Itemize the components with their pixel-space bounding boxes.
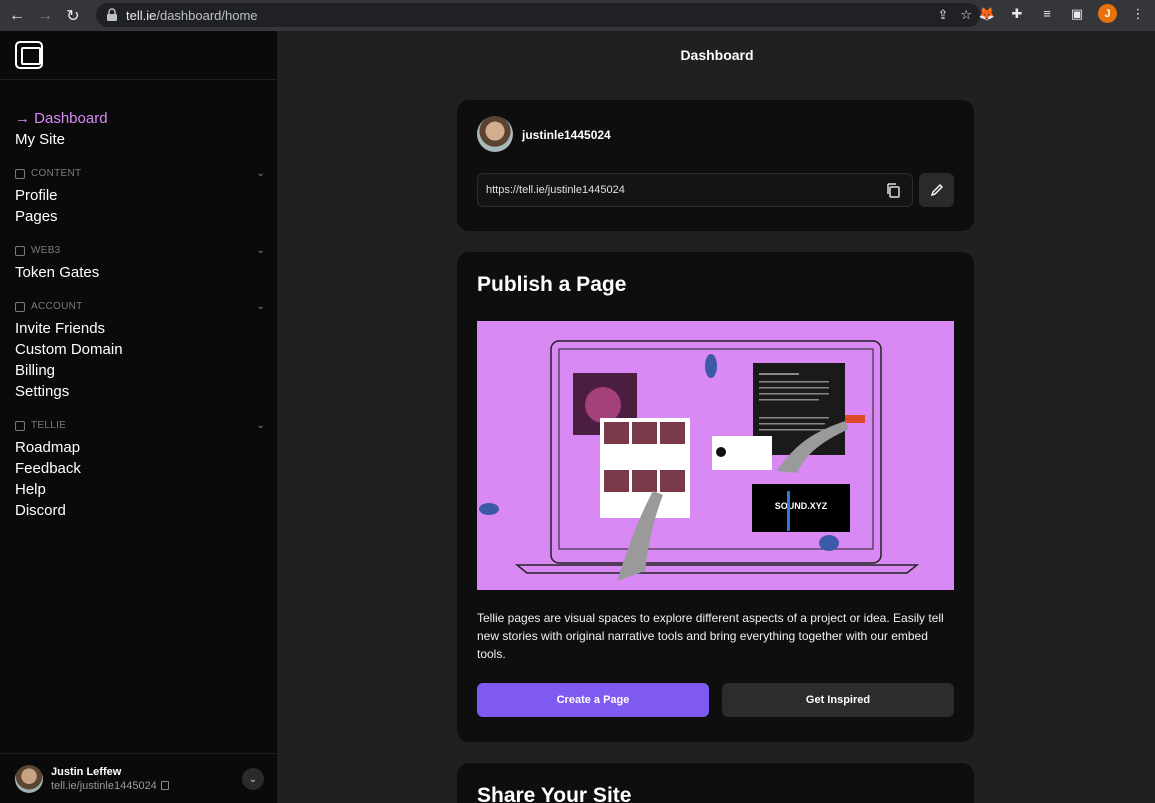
avatar <box>15 764 43 793</box>
copy-icon[interactable] <box>160 781 169 790</box>
address-bar[interactable]: tell.ie/dashboard/home ⇪ ☆ <box>96 3 980 27</box>
sidebar-nav: → Dashboard My Site CONTENT ⌄ Profile Pa… <box>0 80 277 521</box>
copy-icon[interactable] <box>886 183 900 198</box>
lock-icon <box>107 8 117 21</box>
tellie-logo-icon[interactable] <box>15 41 43 69</box>
chevron-down-icon[interactable]: ⌄ <box>256 245 265 256</box>
address-url: tell.ie/dashboard/home <box>126 7 258 23</box>
section-title: WEB3 <box>31 245 61 256</box>
account-switcher[interactable]: Justin Leffew tell.ie/justinle1445024 ⌄ <box>0 753 278 803</box>
create-page-button[interactable]: Create a Page <box>477 683 709 717</box>
profile-avatar[interactable]: J <box>1098 4 1117 23</box>
get-inspired-button[interactable]: Get Inspired <box>722 683 954 717</box>
sidebar-item-pages[interactable]: Pages <box>15 206 277 227</box>
share-title: Share Your Site <box>477 784 632 803</box>
avatar <box>477 116 513 152</box>
account-handle-text: tell.ie/justinle1445024 <box>51 779 157 792</box>
chevron-down-icon[interactable]: ⌄ <box>256 301 265 312</box>
sidebar-item-feedback[interactable]: Feedback <box>15 458 277 479</box>
sidebar-item-token-gates[interactable]: Token Gates <box>15 262 277 283</box>
chevron-down-icon[interactable]: ⌄ <box>242 768 264 790</box>
sidebar-item-dashboard[interactable]: → Dashboard <box>15 108 277 129</box>
section-account-header[interactable]: ACCOUNT ⌄ <box>15 301 265 312</box>
tellie-section-icon <box>15 420 25 431</box>
browser-toolbar: ← → ↻ tell.ie/dashboard/home ⇪ ☆ 🦊 ✚ ≡ ▣… <box>0 0 1155 31</box>
sidebar-item-invite-friends[interactable]: Invite Friends <box>15 318 277 339</box>
sidebar: → Dashboard My Site CONTENT ⌄ Profile Pa… <box>0 31 278 803</box>
edit-url-button[interactable] <box>919 173 954 207</box>
media-queue-icon[interactable]: ≡ <box>1038 5 1056 23</box>
section-tellie-header[interactable]: TELLIE ⌄ <box>15 420 265 431</box>
username: justinle1445024 <box>522 128 611 142</box>
embed-card-title: SOUND.XYZ <box>775 501 828 511</box>
menu-kebab-icon[interactable]: ⋮ <box>1129 5 1147 23</box>
account-handle: tell.ie/justinle1445024 <box>51 780 169 792</box>
sidebar-item-help[interactable]: Help <box>15 479 277 500</box>
sidebar-item-billing[interactable]: Billing <box>15 360 277 381</box>
main-content: Dashboard justinle1445024 https://tell.i… <box>279 31 1155 803</box>
sidebar-item-settings[interactable]: Settings <box>15 381 277 402</box>
publish-page-card: Publish a Page SOUND.XYZ Tellie pages ar… <box>457 252 974 742</box>
forward-icon[interactable]: → <box>34 5 56 27</box>
bookmark-star-icon[interactable]: ☆ <box>960 7 972 23</box>
cube-icon <box>15 245 25 256</box>
metamask-extension-icon[interactable]: 🦊 <box>978 5 996 23</box>
publish-title: Publish a Page <box>477 273 627 296</box>
sidebar-item-discord[interactable]: Discord <box>15 500 277 521</box>
sidebar-item-custom-domain[interactable]: Custom Domain <box>15 339 277 360</box>
gear-icon <box>15 301 25 312</box>
sidebar-header <box>0 31 277 80</box>
content-icon <box>15 168 25 179</box>
back-icon[interactable]: ← <box>6 5 28 27</box>
section-title: TELLIE <box>31 420 67 431</box>
publish-description: Tellie pages are visual spaces to explor… <box>477 611 944 661</box>
page-title: Dashboard <box>680 47 754 63</box>
sidebar-item-roadmap[interactable]: Roadmap <box>15 437 277 458</box>
section-title: ACCOUNT <box>31 301 83 312</box>
section-web3-header[interactable]: WEB3 ⌄ <box>15 245 265 256</box>
sidebar-item-my-site[interactable]: My Site <box>15 129 277 150</box>
side-panel-icon[interactable]: ▣ <box>1068 5 1086 23</box>
extensions-puzzle-icon[interactable]: ✚ <box>1008 5 1026 23</box>
site-url-text: https://tell.ie/justinle1445024 <box>486 184 625 196</box>
section-content-header[interactable]: CONTENT ⌄ <box>15 168 265 179</box>
user-site-card: justinle1445024 https://tell.ie/justinle… <box>457 100 974 231</box>
sidebar-item-profile[interactable]: Profile <box>15 185 277 206</box>
chevron-down-icon[interactable]: ⌄ <box>256 420 265 431</box>
publish-illustration: SOUND.XYZ <box>477 321 954 590</box>
laptop-illustration: SOUND.XYZ <box>479 340 920 581</box>
section-title: CONTENT <box>31 168 82 179</box>
reload-icon[interactable]: ↻ <box>62 5 84 27</box>
site-url-field[interactable]: https://tell.ie/justinle1445024 <box>477 173 913 207</box>
chevron-down-icon[interactable]: ⌄ <box>256 168 265 179</box>
share-site-card: Share Your Site <box>457 763 974 803</box>
share-icon[interactable]: ⇪ <box>937 7 948 23</box>
pencil-icon <box>930 184 943 197</box>
account-name: Justin Leffew <box>51 765 122 778</box>
